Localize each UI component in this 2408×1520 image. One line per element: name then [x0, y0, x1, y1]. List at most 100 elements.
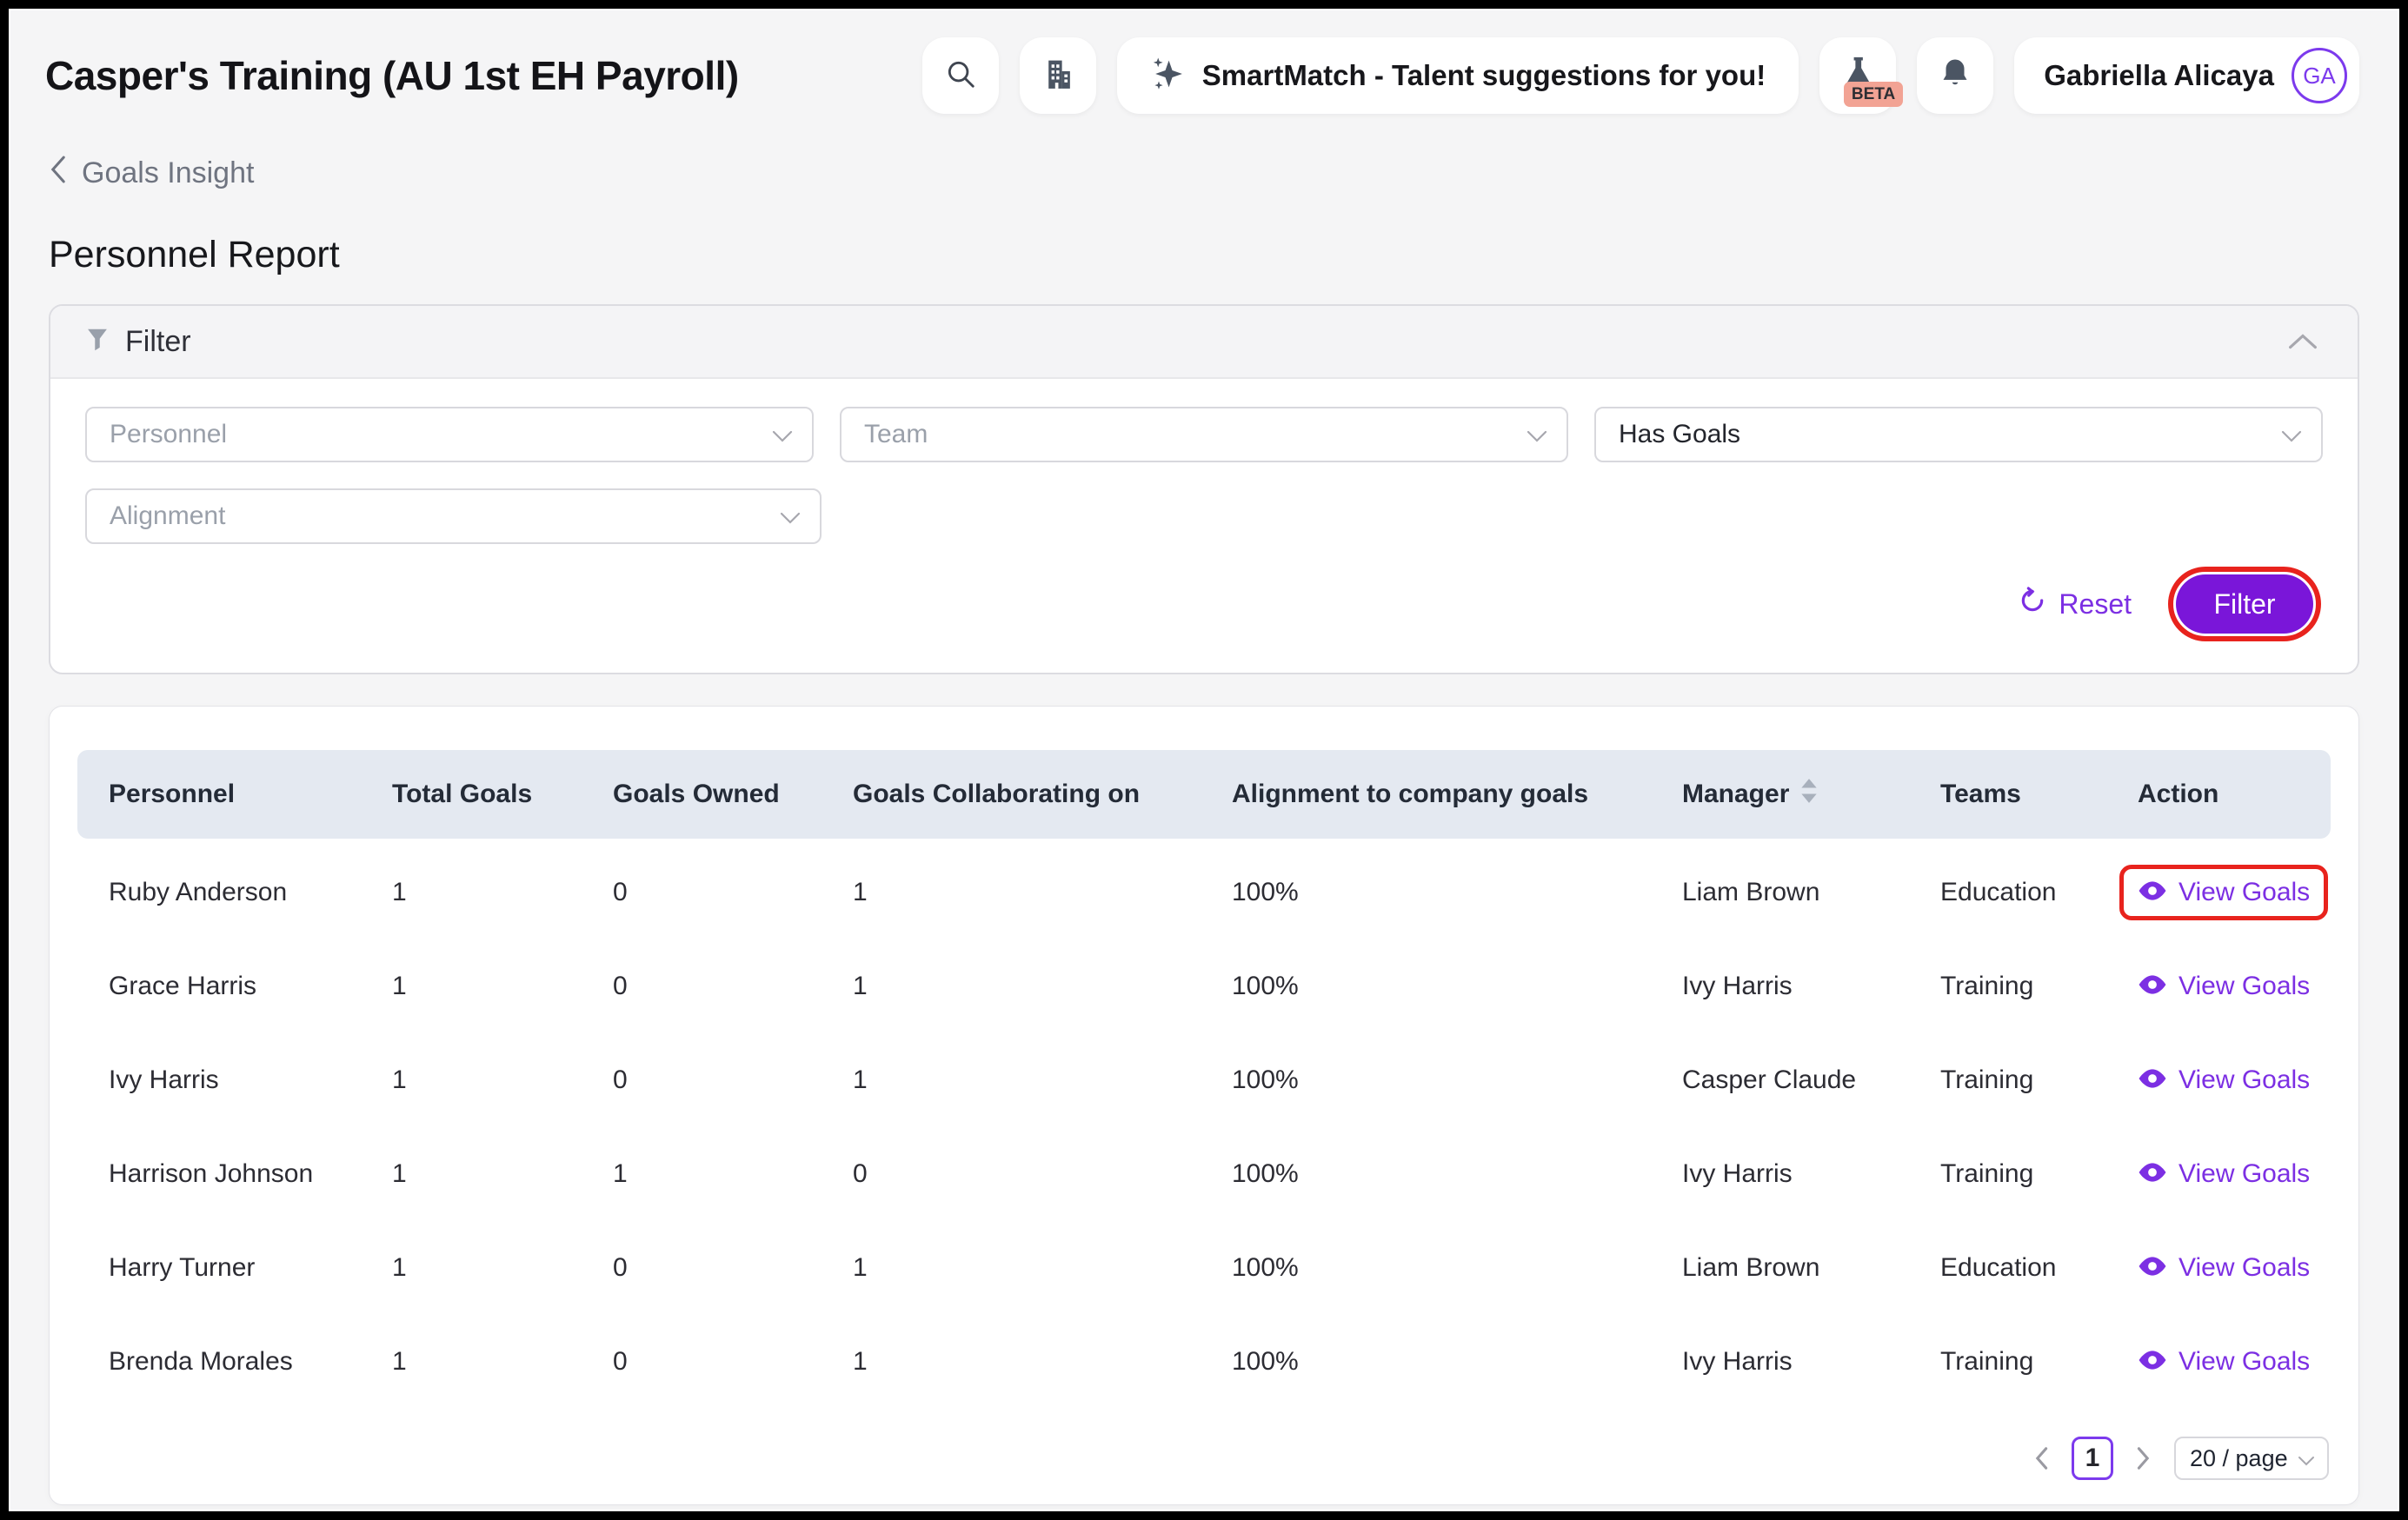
cell-action: View Goals [2138, 1052, 2331, 1108]
cell-personnel: Brenda Morales [109, 1347, 392, 1377]
table-row: Ivy Harris 1 0 1 100% Casper Claude Trai… [77, 1033, 2331, 1127]
cell-personnel: Harrison Johnson [109, 1159, 392, 1189]
has-goals-select-value: Has Goals [1619, 420, 2281, 449]
notifications-button[interactable] [1917, 37, 1993, 114]
column-header-teams: Teams [1940, 780, 2138, 809]
table-row: Harrison Johnson 1 1 0 100% Ivy Harris T… [77, 1127, 2331, 1221]
filter-panel-header[interactable]: Filter [50, 306, 2358, 379]
avatar: GA [2292, 48, 2347, 103]
top-bar: Casper's Training (AU 1st EH Payroll) [10, 10, 2398, 141]
cell-goals-owned: 0 [613, 972, 853, 1001]
organisation-button[interactable] [1020, 37, 1096, 114]
action-annotation: View Goals [2119, 1240, 2328, 1296]
user-menu[interactable]: Gabriella Alicaya GA [2014, 37, 2359, 114]
filter-panel: Filter Personnel Team [49, 304, 2359, 674]
smartmatch-banner[interactable]: SmartMatch - Talent suggestions for you! [1117, 37, 1799, 114]
cell-personnel: Ivy Harris [109, 1065, 392, 1095]
beta-labs-button[interactable]: BETA [1819, 37, 1896, 114]
team-select-placeholder: Team [864, 420, 1527, 449]
user-name: Gabriella Alicaya [2044, 59, 2274, 92]
beta-badge: BETA [1844, 82, 1903, 107]
personnel-select-placeholder: Personnel [110, 420, 772, 449]
reset-label: Reset [2059, 588, 2132, 621]
view-goals-link[interactable]: View Goals [2138, 1159, 2310, 1189]
cell-action: View Goals [2138, 1334, 2331, 1390]
view-goals-link[interactable]: View Goals [2138, 878, 2310, 907]
filter-submit-button[interactable]: Filter [2176, 574, 2313, 634]
cell-goals-owned: 0 [613, 1065, 853, 1095]
has-goals-select[interactable]: Has Goals [1594, 407, 2323, 462]
previous-page-button[interactable] [2033, 1446, 2049, 1470]
cell-goals-collaborating: 1 [853, 972, 1232, 1001]
cell-alignment: 100% [1232, 1253, 1682, 1283]
breadcrumb-label: Goals Insight [82, 156, 254, 190]
action-annotation: View Goals [2119, 959, 2328, 1014]
team-select[interactable]: Team [840, 407, 1568, 462]
view-goals-link[interactable]: View Goals [2138, 1065, 2310, 1095]
current-page-button[interactable]: 1 [2072, 1437, 2113, 1480]
cell-goals-owned: 0 [613, 878, 853, 907]
building-icon [1041, 56, 1075, 96]
cell-total-goals: 1 [392, 1065, 613, 1095]
funnel-icon [85, 327, 110, 357]
view-goals-label: View Goals [2179, 1159, 2310, 1189]
page-size-select[interactable]: 20 / page [2174, 1437, 2329, 1480]
cell-manager: Liam Brown [1682, 1253, 1940, 1283]
page-title: Personnel Report [49, 234, 2398, 276]
cell-alignment: 100% [1232, 1347, 1682, 1377]
reset-icon [2019, 587, 2046, 621]
cell-manager: Ivy Harris [1682, 972, 1940, 1001]
cell-action: View Goals [2138, 865, 2331, 920]
cell-alignment: 100% [1232, 1159, 1682, 1189]
cell-teams: Training [1940, 1065, 2138, 1095]
eye-icon [2138, 1347, 2167, 1377]
back-chevron-icon [49, 155, 68, 192]
column-header-manager-label: Manager [1682, 780, 1789, 809]
cell-personnel: Grace Harris [109, 972, 392, 1001]
eye-icon [2138, 1065, 2167, 1095]
alignment-select[interactable]: Alignment [85, 488, 822, 544]
collapse-chevron-icon[interactable] [2288, 333, 2318, 350]
table-row: Brenda Morales 1 0 1 100% Ivy Harris Tra… [77, 1315, 2331, 1409]
personnel-select[interactable]: Personnel [85, 407, 814, 462]
eye-icon [2138, 878, 2167, 907]
org-title: Casper's Training (AU 1st EH Payroll) [45, 52, 739, 99]
table-body: Ruby Anderson 1 0 1 100% Liam Brown Educ… [77, 846, 2331, 1409]
cell-total-goals: 1 [392, 1253, 613, 1283]
view-goals-label: View Goals [2179, 1065, 2310, 1095]
cell-action: View Goals [2138, 959, 2331, 1014]
chevron-down-icon [1527, 420, 1547, 449]
column-header-manager[interactable]: Manager [1682, 778, 1940, 811]
breadcrumb[interactable]: Goals Insight [49, 155, 254, 192]
action-annotation: View Goals [2119, 1334, 2328, 1390]
column-header-goals-collaborating: Goals Collaborating on [853, 780, 1232, 809]
view-goals-link[interactable]: View Goals [2138, 972, 2310, 1001]
cell-goals-collaborating: 1 [853, 878, 1232, 907]
cell-action: View Goals [2138, 1240, 2331, 1296]
filter-panel-body: Personnel Team Has Goals [50, 379, 2358, 673]
cell-teams: Education [1940, 1253, 2138, 1283]
smartmatch-label: SmartMatch - Talent suggestions for you! [1202, 59, 1766, 92]
table-row: Grace Harris 1 0 1 100% Ivy Harris Train… [77, 939, 2331, 1033]
sort-icon [1799, 778, 1819, 811]
chevron-down-icon [772, 420, 793, 449]
cell-goals-collaborating: 1 [853, 1065, 1232, 1095]
reset-button[interactable]: Reset [2019, 587, 2132, 621]
next-page-button[interactable] [2136, 1446, 2152, 1470]
column-header-alignment: Alignment to company goals [1232, 780, 1682, 809]
cell-alignment: 100% [1232, 972, 1682, 1001]
search-button[interactable] [922, 37, 999, 114]
cell-teams: Training [1940, 972, 2138, 1001]
chevron-down-icon [780, 501, 801, 531]
cell-manager: Ivy Harris [1682, 1159, 1940, 1189]
cell-personnel: Ruby Anderson [109, 878, 392, 907]
sparkles-icon [1150, 55, 1185, 97]
cell-teams: Education [1940, 878, 2138, 907]
bell-icon [1938, 56, 1972, 96]
cell-alignment: 100% [1232, 878, 1682, 907]
view-goals-link[interactable]: View Goals [2138, 1253, 2310, 1283]
page-size-value: 20 / page [2190, 1445, 2288, 1472]
personnel-report-table: Personnel Total Goals Goals Owned Goals … [49, 706, 2359, 1505]
cell-goals-owned: 0 [613, 1253, 853, 1283]
view-goals-link[interactable]: View Goals [2138, 1347, 2310, 1377]
